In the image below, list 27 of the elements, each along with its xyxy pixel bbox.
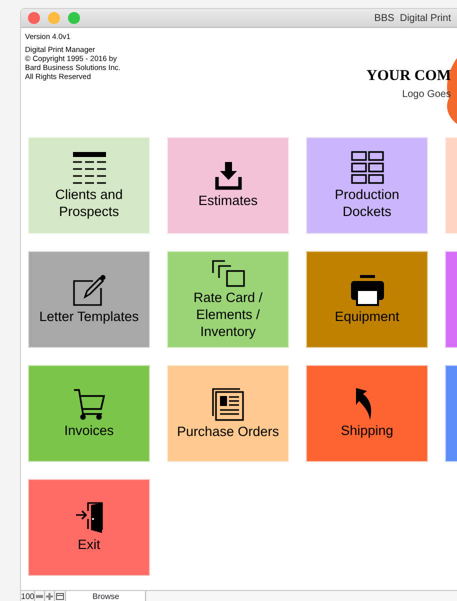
edit-icon	[72, 274, 106, 306]
menu-tile[interactable]: Letter Templates	[28, 251, 150, 348]
printer-icon	[350, 274, 384, 306]
zoom-button[interactable]	[68, 12, 80, 24]
menu-tile[interactable]: Rate Card / Elements / Inventory	[167, 251, 289, 348]
cart-icon	[74, 388, 104, 420]
newspaper-icon	[212, 388, 244, 420]
table-icon	[72, 152, 106, 184]
menu-tile[interactable]: Clients and Prospects	[28, 137, 150, 234]
menu-tile[interactable]: Shipping	[306, 365, 428, 462]
menu-tile[interactable]: Exit	[28, 479, 150, 576]
menu-tile[interactable]: Invoices	[28, 365, 150, 462]
grid-icon	[350, 151, 384, 184]
menu-tile[interactable]: Equipment	[306, 251, 428, 348]
mode-button[interactable]: Browse	[66, 590, 146, 601]
menu-tile[interactable]: Purchase Orders	[167, 365, 289, 462]
menu-tile[interactable]: Estimates	[167, 137, 289, 234]
download-icon	[214, 162, 242, 190]
door-exit-icon	[76, 502, 102, 534]
menu-tile[interactable]: Production Dockets	[306, 137, 428, 234]
zoom-in-icon[interactable]	[45, 590, 56, 601]
minimize-button[interactable]	[48, 12, 60, 24]
zoom-out-icon[interactable]	[35, 590, 46, 601]
close-button[interactable]	[28, 12, 40, 24]
copy-icon	[212, 260, 244, 286]
window-title: BBS Digital Print	[374, 12, 451, 26]
zoom-level: 100	[21, 590, 36, 601]
